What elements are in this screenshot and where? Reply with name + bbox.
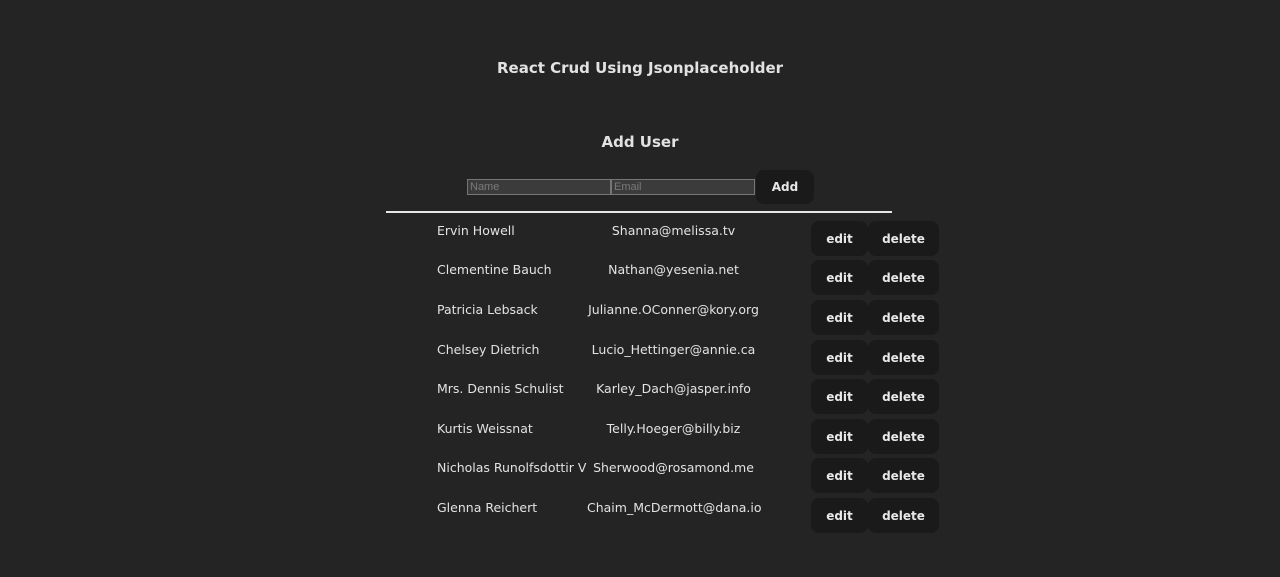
user-email: Nathan@yesenia.net	[608, 262, 739, 277]
user-email: Lucio_Hettinger@annie.ca	[591, 342, 756, 357]
edit-button[interactable]: edit	[811, 498, 868, 533]
delete-button[interactable]: delete	[868, 379, 939, 414]
delete-button[interactable]: delete	[868, 260, 939, 295]
user-email: Julianne.OConner@kory.org	[588, 302, 759, 317]
edit-button[interactable]: edit	[811, 260, 868, 295]
user-name: Kurtis Weissnat	[437, 421, 533, 436]
edit-button[interactable]: edit	[811, 458, 868, 493]
user-email: Telly.Hoeger@billy.biz	[606, 421, 741, 436]
add-user-heading: Add User	[601, 133, 679, 151]
edit-button[interactable]: edit	[811, 419, 868, 454]
divider	[386, 211, 892, 213]
delete-button[interactable]: delete	[868, 458, 939, 493]
add-user-form: Add	[467, 170, 814, 204]
user-name: Glenna Reichert	[437, 500, 538, 515]
user-name: Mrs. Dennis Schulist	[437, 381, 564, 396]
list-item: Chelsey Dietrich Lucio_Hettinger@annie.c…	[0, 340, 1280, 376]
edit-button[interactable]: edit	[811, 340, 868, 375]
delete-button[interactable]: delete	[868, 300, 939, 335]
list-item: Mrs. Dennis Schulist Karley_Dach@jasper.…	[0, 379, 1280, 415]
list-item: Ervin Howell Shanna@melissa.tv edit dele…	[0, 221, 1280, 257]
list-item: Patricia Lebsack Julianne.OConner@kory.o…	[0, 300, 1280, 336]
delete-button[interactable]: delete	[868, 221, 939, 256]
add-button[interactable]: Add	[756, 170, 814, 204]
user-name: Patricia Lebsack	[437, 302, 538, 317]
user-name: Clementine Bauch	[437, 262, 552, 277]
user-name: Nicholas Runolfsdottir V	[437, 460, 587, 475]
user-email: Chaim_McDermott@dana.io	[587, 500, 762, 515]
delete-button[interactable]: delete	[868, 419, 939, 454]
edit-button[interactable]: edit	[811, 300, 868, 335]
list-item: Nicholas Runolfsdottir V Sherwood@rosamo…	[0, 458, 1280, 494]
delete-button[interactable]: delete	[868, 498, 939, 533]
email-input[interactable]	[611, 179, 755, 195]
user-email: Shanna@melissa.tv	[611, 223, 736, 238]
user-email: Karley_Dach@jasper.info	[596, 381, 751, 396]
app-root: React Crud Using Jsonplaceholder Add Use…	[0, 0, 1280, 577]
list-item: Glenna Reichert Chaim_McDermott@dana.io …	[0, 498, 1280, 534]
list-item: Clementine Bauch Nathan@yesenia.net edit…	[0, 260, 1280, 296]
user-name: Chelsey Dietrich	[437, 342, 540, 357]
user-name: Ervin Howell	[437, 223, 515, 238]
page-title: React Crud Using Jsonplaceholder	[496, 59, 784, 77]
name-input[interactable]	[467, 179, 611, 195]
list-item: Kurtis Weissnat Telly.Hoeger@billy.biz e…	[0, 419, 1280, 455]
edit-button[interactable]: edit	[811, 379, 868, 414]
user-email: Sherwood@rosamond.me	[593, 460, 754, 475]
delete-button[interactable]: delete	[868, 340, 939, 375]
edit-button[interactable]: edit	[811, 221, 868, 256]
